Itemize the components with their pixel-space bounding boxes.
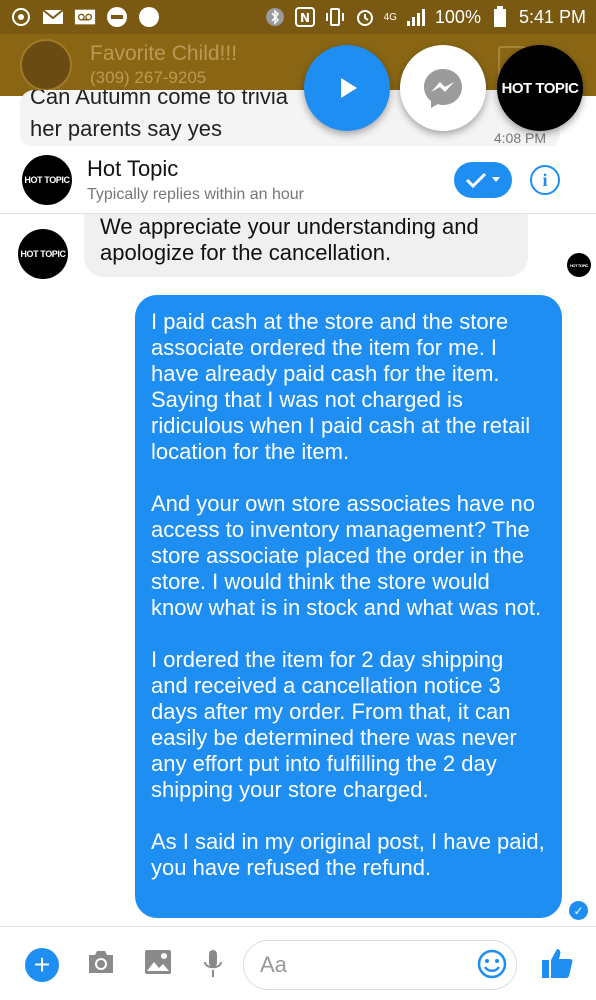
conversation-subtitle: Typically replies within an hour: [87, 185, 304, 203]
do-not-disturb-icon: [106, 6, 128, 28]
emoji-icon: [477, 949, 507, 979]
outgoing-paragraph: As I said in my original post, I have pa…: [151, 829, 545, 880]
background-contact-name: Favorite Child!!!: [90, 42, 238, 65]
bluetooth-icon: [264, 6, 286, 28]
outgoing-paragraph: And your own store associates have no ac…: [151, 491, 542, 620]
like-button[interactable]: [540, 946, 574, 980]
outgoing-message[interactable]: I paid cash at the store and the store a…: [135, 295, 562, 918]
info-icon: i: [542, 169, 548, 190]
play-chat-head[interactable]: [304, 45, 390, 131]
background-contact: Favorite Child!!! (309) 267-9205: [90, 42, 237, 88]
network-label: 4G: [383, 11, 397, 23]
image-icon: [145, 950, 171, 974]
background-avatar: [20, 39, 72, 91]
vibrate-icon: [324, 6, 346, 28]
sender-avatar: HOT TOPIC: [18, 229, 68, 279]
outgoing-paragraph: I ordered the item for 2 day shipping an…: [151, 647, 517, 802]
background-message-time: 4:08 PM: [493, 130, 546, 146]
message-list[interactable]: We appreciate your understanding and apo…: [0, 214, 596, 926]
more-actions-button[interactable]: +: [25, 948, 59, 982]
camera-icon: [89, 951, 113, 973]
battery-icon: [489, 6, 511, 28]
status-bar: N 4G 100% 5:41 PM: [0, 0, 596, 34]
chrome-icon: [10, 6, 32, 28]
signal-icon: [405, 6, 427, 28]
gallery-button[interactable]: [144, 949, 172, 975]
message-input-placeholder: Aa: [260, 952, 287, 977]
incoming-message-text: We appreciate your understanding and apo…: [100, 214, 479, 265]
incoming-message[interactable]: We appreciate your understanding and apo…: [84, 214, 528, 277]
battery-label: 100%: [434, 6, 481, 27]
background-contact-phone: (309) 267-9205: [90, 68, 207, 87]
message-input[interactable]: Aa: [243, 940, 517, 990]
messenger-chat-head[interactable]: [400, 45, 486, 131]
checkmark-icon: [465, 172, 487, 189]
hottopic-chat-head[interactable]: HOT TOPIC: [497, 45, 583, 131]
outgoing-paragraph: I paid cash at the store and the store a…: [151, 309, 531, 464]
microphone-button[interactable]: [203, 949, 223, 979]
conversation-name: Hot Topic: [87, 155, 179, 181]
svg-text:N: N: [300, 11, 310, 25]
info-button[interactable]: i: [530, 165, 560, 195]
hottopic-avatar[interactable]: HOT TOPIC: [22, 154, 72, 205]
emoji-button[interactable]: [477, 949, 507, 979]
camera-button[interactable]: [86, 949, 116, 975]
delivered-check-icon: ✓: [569, 901, 588, 920]
status-left-icons: [10, 6, 160, 28]
clock: 5:41 PM: [518, 6, 586, 27]
conversation-info[interactable]: Hot Topic Typically replies within an ho…: [87, 156, 304, 204]
status-right-icons: N 4G 100% 5:41 PM: [264, 6, 586, 28]
plus-icon: +: [33, 949, 51, 980]
composer-bar: + Aa: [0, 926, 596, 1000]
thumbs-up-icon: [542, 949, 573, 978]
microphone-icon: [204, 950, 222, 977]
play-icon: [341, 78, 357, 98]
chevron-down-icon: [492, 177, 500, 182]
respond-status-button[interactable]: [454, 162, 512, 198]
seen-avatar: HOT TOPIC: [567, 253, 591, 277]
voicemail-icon: [74, 6, 96, 28]
background-message-text: her parents say yes: [30, 116, 222, 141]
alarm-icon: [354, 6, 376, 28]
circle-icon: [138, 6, 160, 28]
messenger-icon: [424, 69, 462, 108]
mail-icon: [42, 6, 64, 28]
nfc-icon: N: [294, 6, 316, 28]
